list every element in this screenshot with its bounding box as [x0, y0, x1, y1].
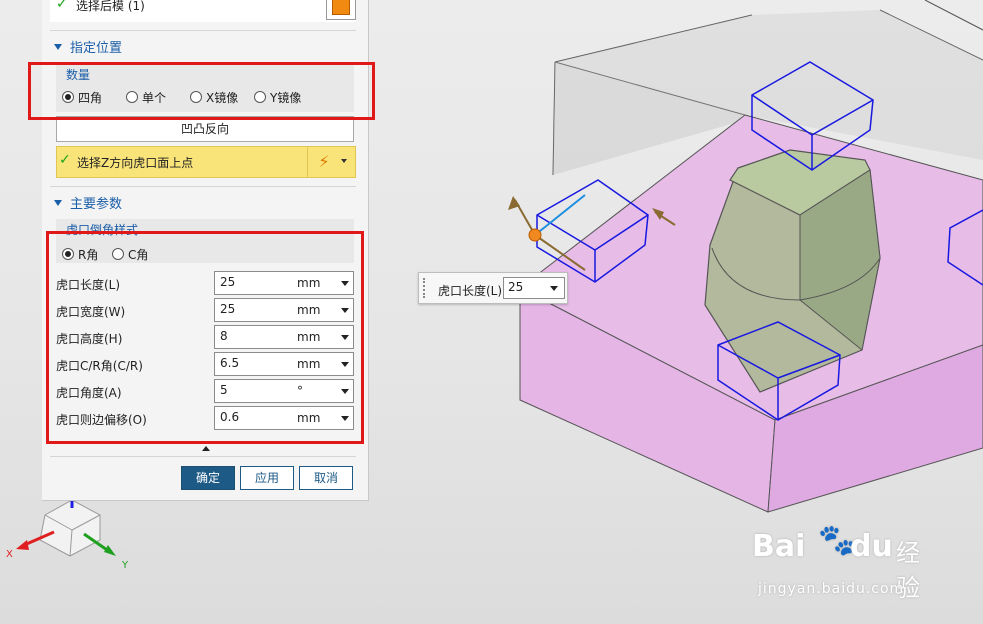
check-icon: ✓: [59, 152, 71, 168]
ok-button[interactable]: 确定: [181, 466, 235, 490]
apply-button[interactable]: 应用: [240, 466, 294, 490]
watermark-url: jingyan.baidu.com: [758, 581, 905, 597]
tooltip-label: 虎口长度(L): [438, 284, 503, 298]
select-back-mold-label: 选择后模 (1): [76, 0, 145, 13]
check-icon: ✓: [56, 0, 68, 12]
drag-grip-icon[interactable]: [423, 278, 429, 298]
dynamic-input-tooltip: 虎口长度(L) 25: [418, 272, 568, 304]
axis-x-label: X: [6, 549, 13, 560]
watermark-brand-a: Bai: [752, 529, 806, 564]
collapse-icon: [54, 44, 62, 50]
select-back-mold-row[interactable]: ✓ 选择后模 (1): [50, 0, 356, 22]
select-point-label: 选择Z方向虎口面上点: [77, 156, 194, 170]
watermark-brand-b: du: [850, 529, 893, 564]
annotation-box-quantity: [28, 62, 375, 120]
section-position-header[interactable]: 指定位置: [50, 37, 360, 59]
point-dialog-icon[interactable]: ⚡: [307, 147, 340, 177]
section-main-title: 主要参数: [70, 197, 123, 212]
cancel-button[interactable]: 取消: [299, 466, 353, 490]
orientation-triad: [16, 499, 116, 557]
expand-up-icon[interactable]: [202, 446, 210, 451]
select-point-row[interactable]: ✓ 选择Z方向虎口面上点 ⚡: [56, 146, 356, 178]
section-main-header[interactable]: 主要参数: [50, 193, 360, 215]
tooltip-length-input[interactable]: 25: [503, 277, 565, 299]
collapse-icon: [54, 200, 62, 206]
section-position-title: 指定位置: [70, 41, 123, 56]
cube-icon[interactable]: [326, 0, 356, 20]
annotation-box-params: [46, 231, 364, 444]
axis-y-label: Y: [121, 560, 129, 571]
point-dropdown-icon[interactable]: [341, 159, 347, 163]
